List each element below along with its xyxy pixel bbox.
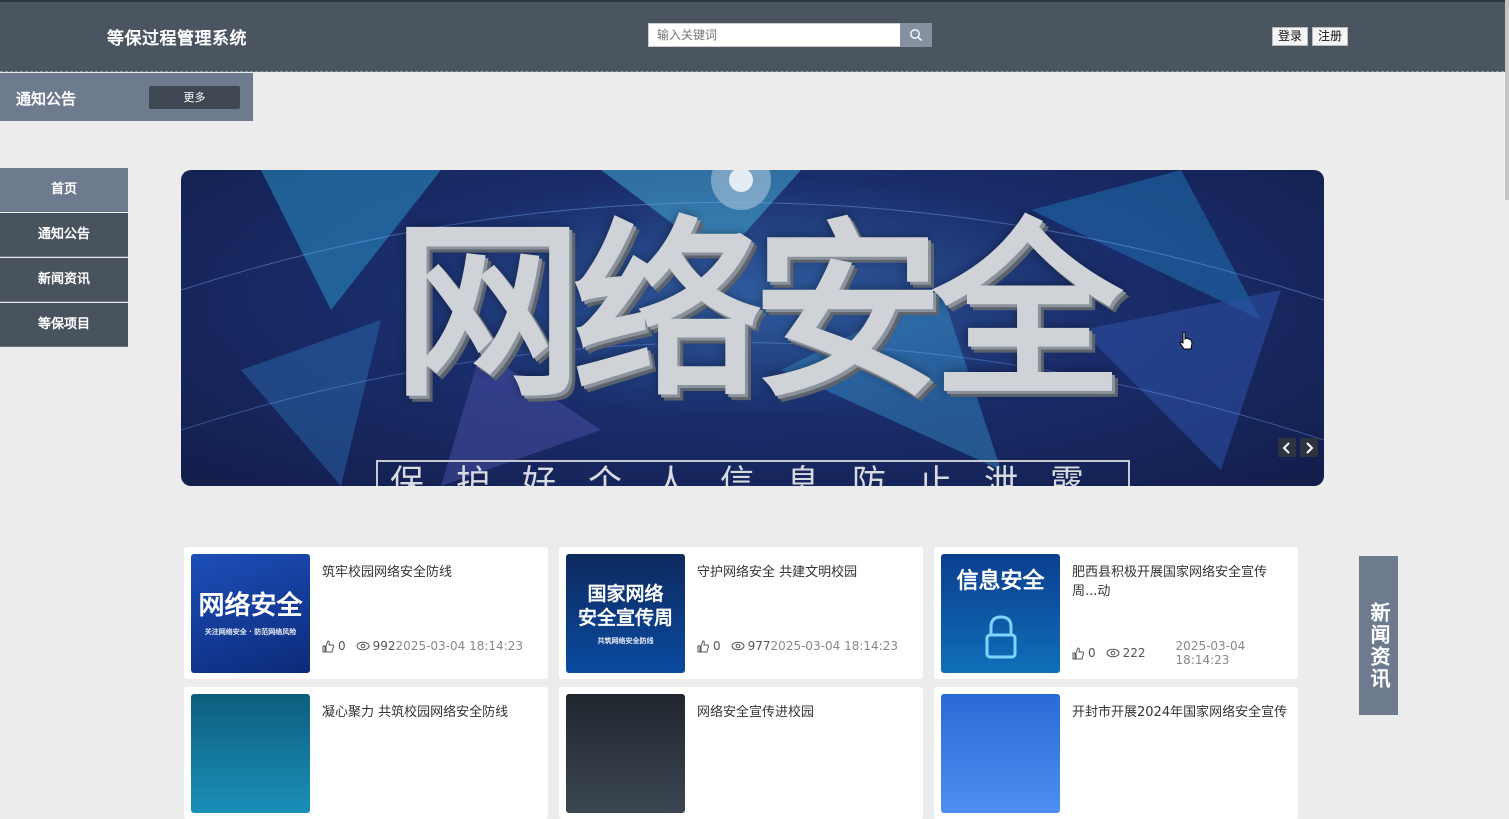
like-icon[interactable] — [322, 639, 335, 653]
search-bar — [648, 23, 932, 49]
like-count: 0 — [713, 639, 721, 653]
thumbnail-caption: 共筑网络安全防线 — [597, 636, 654, 645]
carousel-prev-button[interactable] — [1278, 438, 1296, 457]
nav-item-projects[interactable]: 等保项目 — [0, 303, 128, 347]
notice-title: 通知公告 — [16, 90, 77, 108]
carousel-next-button[interactable] — [1300, 438, 1318, 457]
news-side-tab[interactable]: 新闻资讯 — [1359, 556, 1398, 715]
view-count: 992 — [372, 639, 396, 653]
notice-panel: 通知公告 更多 — [0, 73, 253, 121]
nav-item-notices[interactable]: 通知公告 — [0, 213, 128, 257]
news-date: 2025-03-04 18:14:23 — [395, 639, 523, 653]
thumbnail-headline: 信息安全 — [956, 568, 1045, 594]
news-title[interactable]: 网络安全宣传进校园 — [697, 703, 913, 722]
side-nav: 首页 通知公告 新闻资讯 等保项目 — [0, 168, 128, 348]
page-scrollbar[interactable] — [1505, 0, 1509, 200]
news-meta: 0 222 2025-03-04 18:14:23 — [1072, 639, 1292, 667]
news-card[interactable]: 开封市开展2024年国家网络安全宣传 — [934, 687, 1298, 819]
news-thumbnail — [566, 694, 685, 813]
banner-subline: 保护好个人信息防止泄露 — [376, 460, 1130, 486]
lock-icon — [985, 614, 1016, 658]
news-thumbnail — [191, 694, 310, 813]
nav-item-home[interactable]: 首页 — [0, 168, 128, 212]
like-count: 0 — [1088, 646, 1096, 660]
like-icon[interactable] — [697, 639, 710, 653]
chevron-right-icon — [1306, 441, 1314, 454]
news-title[interactable]: 凝心聚力 共筑校园网络安全防线 — [322, 703, 538, 722]
news-card[interactable]: 国家网络 安全宣传周 共筑网络安全防线 守护网络安全 共建文明校园 0 977 … — [559, 547, 923, 679]
more-button[interactable]: 更多 — [149, 86, 240, 109]
carousel-controls — [1278, 438, 1318, 457]
auth-buttons: 登录 注册 — [1272, 27, 1349, 46]
view-count: 222 — [1122, 646, 1146, 660]
news-thumbnail: 信息安全 — [941, 554, 1060, 673]
news-card[interactable]: 信息安全 肥西县积极开展国家网络安全宣传周...动 0 222 2025-03-… — [934, 547, 1298, 679]
news-title[interactable]: 开封市开展2024年国家网络安全宣传 — [1072, 703, 1288, 722]
login-button[interactable]: 登录 — [1272, 27, 1309, 46]
news-thumbnail: 国家网络 安全宣传周 共筑网络安全防线 — [566, 554, 685, 673]
eye-icon — [731, 641, 745, 651]
eye-icon — [1106, 648, 1120, 658]
news-date: 2025-03-04 18:14:23 — [1175, 639, 1246, 667]
search-button[interactable] — [900, 23, 932, 47]
header-bar: 等保过程管理系统 登录 注册 — [0, 0, 1509, 72]
view-count: 977 — [747, 639, 771, 653]
news-card[interactable]: 网络安全宣传进校园 — [559, 687, 923, 819]
news-card[interactable]: 网络安全 关注网络安全 · 防范网络风险 筑牢校园网络安全防线 0 992 20… — [184, 547, 548, 679]
search-icon — [910, 29, 923, 42]
thumbnail-caption: 关注网络安全 · 防范网络风险 — [204, 627, 297, 636]
news-title[interactable]: 守护网络安全 共建文明校园 — [697, 563, 913, 582]
thumbnail-headline: 国家网络 安全宣传周 — [577, 582, 673, 629]
nav-item-news[interactable]: 新闻资讯 — [0, 258, 128, 302]
banner-headline: 网络安全 — [392, 202, 1122, 423]
search-input[interactable] — [648, 23, 900, 47]
chevron-left-icon — [1282, 441, 1290, 454]
banner-carousel[interactable]: 网络安全 保护好个人信息防止泄露 — [181, 170, 1324, 486]
app-title: 等保过程管理系统 — [107, 29, 247, 49]
news-meta: 0 992 2025-03-04 18:14:23 — [322, 639, 542, 653]
like-icon[interactable] — [1072, 646, 1085, 660]
thumbnail-headline: 网络安全 — [198, 590, 303, 621]
register-button[interactable]: 注册 — [1312, 27, 1349, 46]
news-title[interactable]: 筑牢校园网络安全防线 — [322, 563, 538, 582]
news-thumbnail — [941, 694, 1060, 813]
news-title[interactable]: 肥西县积极开展国家网络安全宣传周...动 — [1072, 563, 1288, 601]
eye-icon — [356, 641, 370, 651]
news-date: 2025-03-04 18:14:23 — [770, 639, 898, 653]
news-card[interactable]: 凝心聚力 共筑校园网络安全防线 — [184, 687, 548, 819]
hand-cursor-icon — [1179, 331, 1193, 350]
news-meta: 0 977 2025-03-04 18:14:23 — [697, 639, 917, 653]
like-count: 0 — [338, 639, 346, 653]
news-thumbnail: 网络安全 关注网络安全 · 防范网络风险 — [191, 554, 310, 673]
